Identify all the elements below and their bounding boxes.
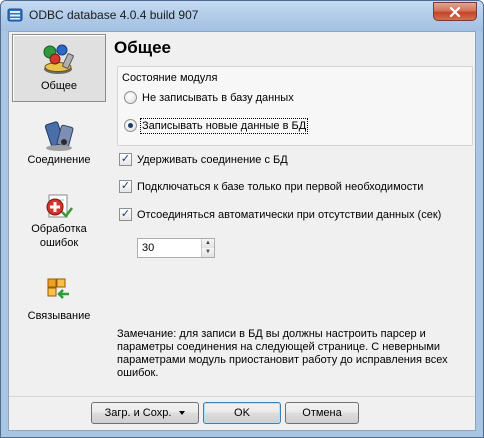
error-handling-icon: [46, 194, 73, 218]
button-label: OK: [234, 407, 250, 419]
radio-button[interactable]: [124, 119, 137, 132]
sidebar-item-binding[interactable]: Связывание: [12, 276, 106, 326]
radio-label: Не записывать в базу данных: [142, 91, 294, 104]
checkbox-keep-connection[interactable]: ✓ Удерживать соединение с БД: [119, 153, 288, 166]
checkbox-auto-disconnect[interactable]: ✓ Отсоединяться автоматически при отсутс…: [119, 208, 441, 221]
connection-icon: [44, 121, 74, 151]
dialog-window: ODBC database 4.0.4 build 907 Общее Соед…: [0, 0, 484, 438]
button-label: Отмена: [302, 407, 342, 419]
module-state-group: Состояние модуля Не записывать в базу да…: [117, 66, 473, 146]
dialog-client-area: Общее Соединение Обработка ошибок Связыв…: [8, 31, 476, 431]
group-caption: Состояние модуля: [122, 72, 218, 84]
checkbox[interactable]: ✓: [119, 153, 132, 166]
radio-button[interactable]: [124, 91, 137, 104]
timeout-value[interactable]: 30: [142, 242, 154, 254]
settings-panel: Общее Состояние модуля Не записывать в б…: [111, 32, 475, 430]
radio-label: Записывать новые данные в БД: [139, 117, 309, 134]
sidebar-item-general[interactable]: Общее: [12, 34, 106, 102]
button-label: Загр. и Сохр.: [104, 407, 172, 419]
binding-icon: [47, 278, 69, 299]
radio-do-not-write[interactable]: Не записывать в базу данных: [124, 91, 294, 104]
checkbox-label: Отсоединяться автоматически при отсутств…: [137, 208, 442, 221]
checkbox-label: Подключаться к базе только при первой не…: [137, 180, 424, 193]
window-title: ODBC database 4.0.4 build 907: [29, 8, 199, 22]
stepper-buttons: ▲ ▼: [201, 239, 214, 257]
checkbox-connect-on-demand[interactable]: ✓ Подключаться к базе только при первой …: [119, 180, 423, 193]
sidebar-item-label: Соединение: [27, 154, 91, 166]
ok-button[interactable]: OK: [203, 402, 281, 424]
database-app-icon: [7, 8, 23, 22]
sidebar-item-connection[interactable]: Соединение: [12, 118, 106, 174]
dropdown-arrow-icon: [179, 411, 186, 415]
stepper-up-icon[interactable]: ▲: [201, 239, 214, 248]
sidebar-item-error-handling[interactable]: Обработка ошибок: [12, 192, 106, 254]
close-icon: [449, 6, 461, 17]
sidebar-item-label: Обработка ошибок: [31, 223, 87, 249]
close-button[interactable]: [433, 2, 477, 21]
title-bar[interactable]: ODBC database 4.0.4 build 907: [1, 1, 483, 31]
page-title: Общее: [114, 38, 171, 57]
sidebar-item-label: Общее: [40, 80, 78, 92]
sidebar-item-label: Связывание: [27, 310, 91, 322]
radio-write-new-data[interactable]: Записывать новые данные в БД: [124, 117, 309, 134]
note-text: Замечание: для записи в БД вы должны нас…: [117, 328, 448, 379]
cancel-button[interactable]: Отмена: [285, 402, 359, 424]
checkbox-label: Удерживать соединение с БД: [137, 153, 288, 166]
checkbox[interactable]: ✓: [119, 180, 132, 193]
load-save-button[interactable]: Загр. и Сохр.: [91, 402, 199, 424]
stepper-down-icon[interactable]: ▼: [201, 248, 214, 257]
general-icon: [43, 44, 74, 74]
sidebar: Общее Соединение Обработка ошибок Связыв…: [9, 32, 111, 430]
checkbox[interactable]: ✓: [119, 208, 132, 221]
timeout-stepper[interactable]: 30 ▲ ▼: [137, 238, 215, 258]
footer-divider: [9, 396, 475, 397]
